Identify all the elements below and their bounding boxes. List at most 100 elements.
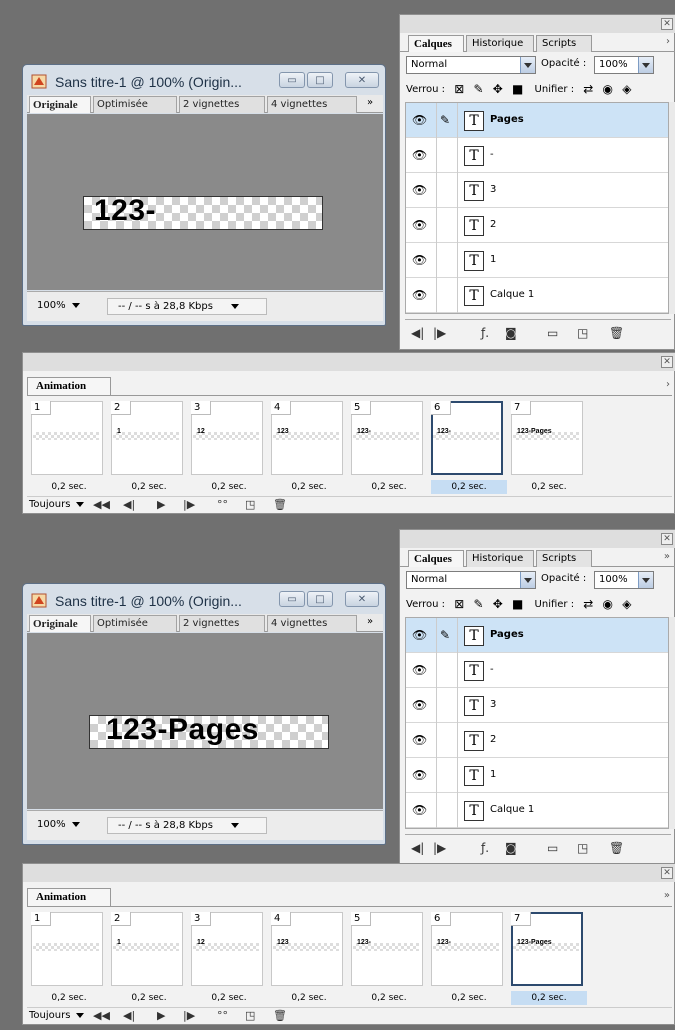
eye-icon[interactable]: 👁 xyxy=(412,698,427,712)
close-button[interactable]: ✕ xyxy=(345,591,379,607)
tab-scripts[interactable]: Scripts xyxy=(536,550,592,567)
unify-position-icon[interactable]: ⇄ xyxy=(583,80,593,98)
lock-move-icon[interactable]: ✥ xyxy=(493,595,503,613)
next-frame-icon[interactable]: |▶ xyxy=(433,841,446,855)
download-speed-select[interactable]: -- / -- s à 28,8 Kbps xyxy=(107,817,267,834)
layer-row[interactable]: 👁 T Calque 1 xyxy=(406,278,668,313)
minimize-button[interactable]: ▭ xyxy=(279,591,305,607)
tab-optimisee[interactable]: Optimisée xyxy=(93,615,177,632)
animation-frame-selected[interactable]: 6 123- xyxy=(431,401,503,475)
blend-mode-select[interactable]: Normal xyxy=(406,571,536,589)
frame-delay-select[interactable]: 0,2 sec. xyxy=(271,991,347,1005)
lock-transparency-icon[interactable]: ⊠ xyxy=(454,80,464,98)
layer-mask-icon[interactable]: ◙ xyxy=(505,326,517,340)
tab-historique[interactable]: Historique xyxy=(466,35,534,52)
zoom-select[interactable]: 100% xyxy=(33,817,93,834)
layer-row[interactable]: 👁 ✎ T Pages xyxy=(406,618,668,653)
prev-frame-icon[interactable]: ◀| xyxy=(411,326,424,340)
frame-delay-select[interactable]: 0,2 sec. xyxy=(271,480,347,494)
trash-icon[interactable]: 🗑 xyxy=(273,1008,287,1023)
lock-paint-icon[interactable]: ✎ xyxy=(474,595,484,613)
panel-titlebar[interactable]: ✕ xyxy=(400,15,675,33)
tab-4-vignettes[interactable]: 4 vignettes xyxy=(267,96,357,113)
next-frame-icon[interactable]: |▶ xyxy=(433,326,446,340)
frame-delay-select[interactable]: 0,2 sec. xyxy=(191,991,267,1005)
close-icon[interactable]: ✕ xyxy=(661,867,673,879)
panel-titlebar[interactable]: ✕ xyxy=(23,353,675,371)
loop-select[interactable]: Toujours xyxy=(29,497,85,512)
trash-icon[interactable]: 🗑 xyxy=(273,497,287,512)
frame-delay-select[interactable]: 0,2 sec. xyxy=(511,991,587,1005)
duplicate-frame-icon[interactable]: ◳ xyxy=(245,497,255,512)
tween-icon[interactable]: °° xyxy=(217,1008,228,1023)
eye-icon[interactable]: 👁 xyxy=(412,768,427,782)
layer-link-cell[interactable] xyxy=(436,208,458,243)
lock-move-icon[interactable]: ✥ xyxy=(493,80,503,98)
download-speed-select[interactable]: -- / -- s à 28,8 Kbps xyxy=(107,298,267,315)
close-icon[interactable]: ✕ xyxy=(661,18,673,30)
layer-row[interactable]: 👁 ✎ T Pages xyxy=(406,103,668,138)
animation-frame[interactable]: 1 xyxy=(31,912,103,986)
eye-icon[interactable]: 👁 xyxy=(412,663,427,677)
layer-link-cell[interactable]: ✎ xyxy=(436,618,458,653)
prev-frame-icon[interactable]: ◀| xyxy=(123,1008,135,1023)
canvas-area[interactable]: 123-Pages xyxy=(27,633,383,809)
trash-icon[interactable]: 🗑 xyxy=(609,841,624,855)
tab-originale[interactable]: Originale xyxy=(29,96,91,113)
layer-link-cell[interactable] xyxy=(436,173,458,208)
layer-row[interactable]: 👁 T 3 xyxy=(406,688,668,723)
animation-frame[interactable]: 6 123- xyxy=(431,912,503,986)
animation-frame[interactable]: 7 123-Pages xyxy=(511,401,583,475)
layer-link-cell[interactable] xyxy=(436,243,458,278)
eye-icon[interactable]: 👁 xyxy=(412,148,427,162)
animation-frame[interactable]: 5 123- xyxy=(351,912,423,986)
new-group-icon[interactable]: ▭ xyxy=(547,326,558,340)
tab-2-vignettes[interactable]: 2 vignettes xyxy=(179,615,265,632)
maximize-button[interactable]: □ xyxy=(307,591,333,607)
frame-delay-select[interactable]: 0,2 sec. xyxy=(111,991,187,1005)
animation-frame[interactable]: 21 xyxy=(111,401,183,475)
panel-menu-button[interactable]: › xyxy=(666,36,670,47)
layer-list-scrollbar[interactable] xyxy=(669,102,675,314)
lock-all-icon[interactable]: ■ xyxy=(512,595,523,613)
layer-mask-icon[interactable]: ◙ xyxy=(505,841,517,855)
blend-mode-select[interactable]: Normal xyxy=(406,56,536,74)
frame-delay-select[interactable]: 0,2 sec. xyxy=(351,480,427,494)
trash-icon[interactable]: 🗑 xyxy=(609,326,624,340)
tab-optimisee[interactable]: Optimisée xyxy=(93,96,177,113)
unify-visibility-icon[interactable]: ◉ xyxy=(603,80,613,98)
prev-frame-icon[interactable]: ◀| xyxy=(123,497,135,512)
tab-animation[interactable]: Animation xyxy=(27,377,111,395)
tab-animation[interactable]: Animation xyxy=(27,888,111,906)
close-icon[interactable]: ✕ xyxy=(661,533,673,545)
panel-menu-button[interactable]: » xyxy=(664,551,670,562)
frame-delay-select[interactable]: 0,2 sec. xyxy=(31,480,107,494)
canvas-area[interactable]: 123- xyxy=(27,114,383,290)
frame-delay-select[interactable]: 0,2 sec. xyxy=(431,991,507,1005)
next-frame-icon[interactable]: |▶ xyxy=(183,1008,195,1023)
play-icon[interactable]: ▶ xyxy=(157,497,165,512)
window-titlebar[interactable]: Sans titre-1 @ 100% (Origin... ▭ □ ✕ xyxy=(27,71,383,93)
play-icon[interactable]: ▶ xyxy=(157,1008,165,1023)
tab-calques[interactable]: Calques xyxy=(408,35,464,52)
unify-style-icon[interactable]: ◈ xyxy=(622,80,631,98)
layer-style-icon[interactable]: ƒ. xyxy=(481,841,489,855)
animation-frame-selected[interactable]: 7 123-Pages xyxy=(511,912,583,986)
animation-frame[interactable]: 3 12 xyxy=(191,912,263,986)
animation-frame[interactable]: 1 xyxy=(31,401,103,475)
window-titlebar[interactable]: Sans titre-1 @ 100% (Origin... ▭ □ ✕ xyxy=(27,590,383,612)
eye-icon[interactable]: 👁 xyxy=(412,113,427,127)
layer-link-cell[interactable] xyxy=(436,138,458,173)
lock-all-icon[interactable]: ■ xyxy=(512,80,523,98)
tween-icon[interactable]: °° xyxy=(217,497,228,512)
opacity-field[interactable]: 100% xyxy=(594,56,654,74)
next-frame-icon[interactable]: |▶ xyxy=(183,497,195,512)
opacity-field[interactable]: 100% xyxy=(594,571,654,589)
eye-icon[interactable]: 👁 xyxy=(412,218,427,232)
tab-calques[interactable]: Calques xyxy=(408,550,464,567)
layer-row[interactable]: 👁 T 3 xyxy=(406,173,668,208)
unify-position-icon[interactable]: ⇄ xyxy=(583,595,593,613)
animation-frame[interactable]: 4 123 xyxy=(271,401,343,475)
lock-paint-icon[interactable]: ✎ xyxy=(474,80,484,98)
frame-delay-select[interactable]: 0,2 sec. xyxy=(351,991,427,1005)
